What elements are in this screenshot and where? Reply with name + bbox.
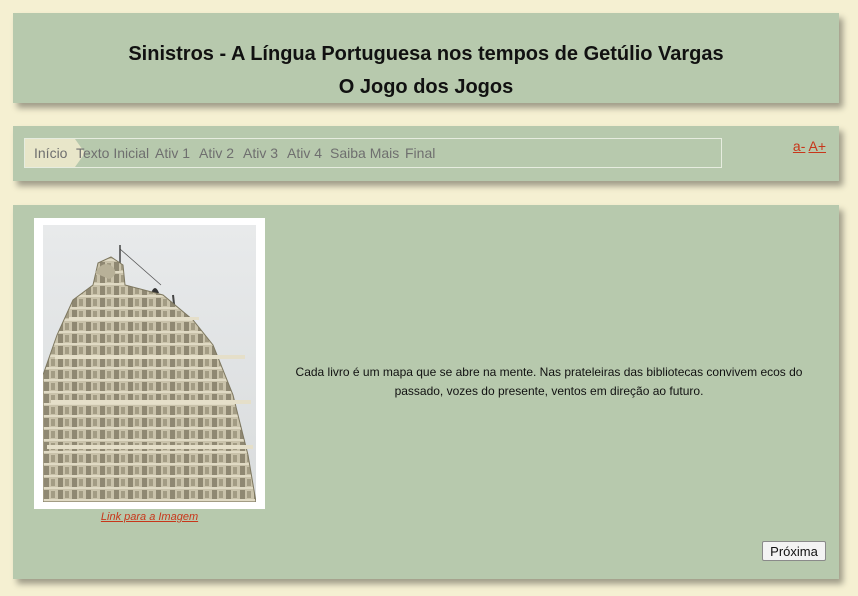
navigation-panel: Início Texto Inicial Ativ 1 Ativ 2 Ativ … (13, 126, 839, 181)
page-title: Sinistros - A Língua Portuguesa nos temp… (128, 43, 724, 65)
breadcrumb-item-ativ-1[interactable]: Ativ 1 (155, 139, 190, 167)
breadcrumb-item-ativ-2[interactable]: Ativ 2 (199, 139, 234, 167)
breadcrumb-item-texto-inicial[interactable]: Texto Inicial (76, 139, 149, 167)
breadcrumb-item-ativ-3[interactable]: Ativ 3 (243, 139, 278, 167)
font-size-controls: a- A+ (793, 138, 826, 154)
content-panel: Link para a Imagem Cada livro é um mapa … (13, 205, 839, 579)
temple-tower-photo (43, 225, 256, 502)
breadcrumb-item-ativ-4[interactable]: Ativ 4 (287, 139, 322, 167)
header-panel: Sinistros - A Língua Portuguesa nos temp… (13, 13, 839, 103)
breadcrumb: Início Texto Inicial Ativ 1 Ativ 2 Ativ … (24, 138, 722, 168)
body-text: Cada livro é um mapa que se abre na ment… (295, 365, 803, 398)
image-link[interactable]: Link para a Imagem (34, 511, 265, 523)
breadcrumb-item-saiba-mais[interactable]: Saiba Mais (330, 139, 399, 167)
next-button[interactable]: Próxima (762, 541, 826, 561)
page-subtitle: O Jogo dos Jogos (338, 76, 514, 98)
breadcrumb-item-inicio[interactable]: Início (25, 139, 87, 167)
font-decrease-link[interactable]: a- (793, 138, 805, 154)
image-frame (34, 218, 265, 509)
breadcrumb-item-final[interactable]: Final (405, 139, 435, 167)
font-increase-link[interactable]: A+ (808, 138, 826, 154)
